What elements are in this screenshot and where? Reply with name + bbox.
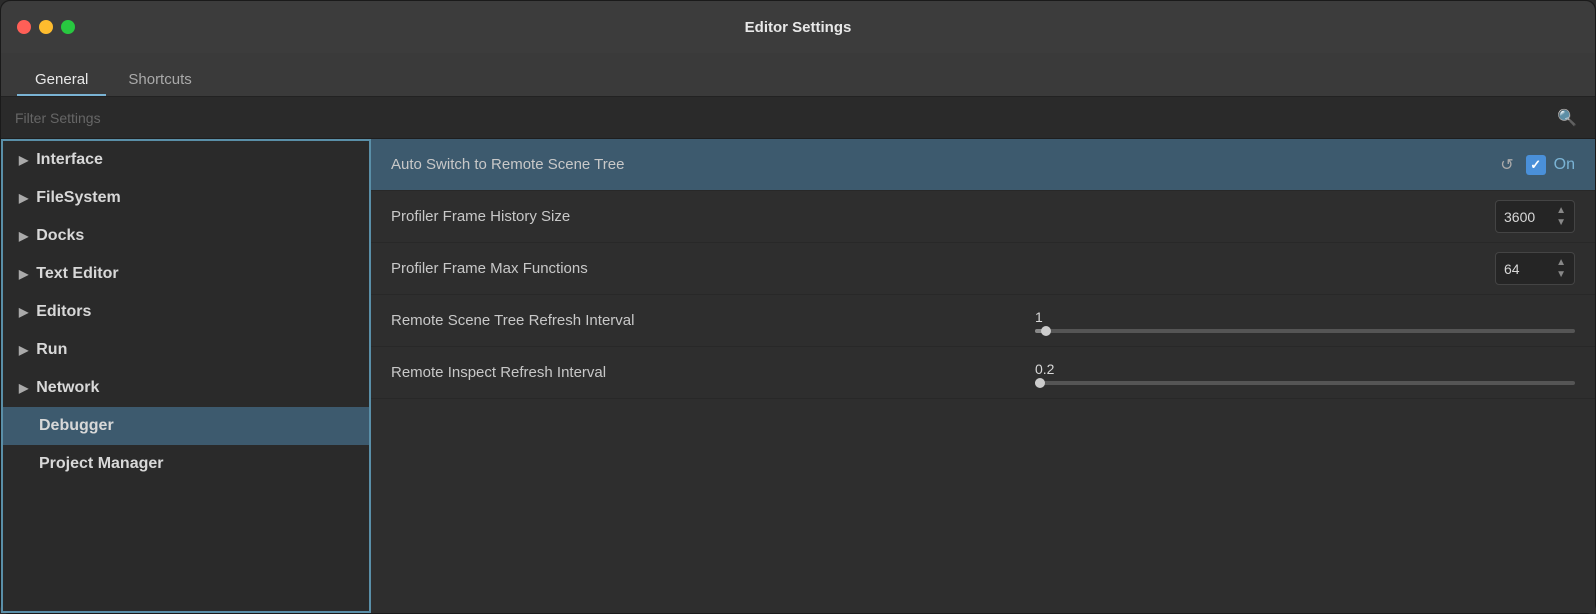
checkbox-auto-switch[interactable] [1526,155,1546,175]
tab-general[interactable]: General [17,63,106,96]
arrow-icon: ▶ [19,229,28,243]
sidebar-item-run[interactable]: ▶ Run [3,331,369,369]
setting-control-scene-refresh: 1 [1035,309,1575,333]
arrow-icon: ▶ [19,267,28,281]
setting-control-inspect-refresh: 0.2 [1035,361,1575,385]
setting-label-profiler-history: Profiler Frame History Size [391,208,1495,225]
filter-input[interactable] [15,110,1553,126]
spinbox-arrows-max: ▲ ▼ [1556,257,1566,280]
maximize-button[interactable] [61,20,75,34]
sidebar-item-filesystem[interactable]: ▶ FileSystem [3,179,369,217]
reset-button-auto-switch[interactable]: ↺ [1496,151,1517,179]
spinbox-profiler-max[interactable]: 64 ▲ ▼ [1495,252,1575,285]
minimize-button[interactable] [39,20,53,34]
slider-track-inspect-refresh[interactable] [1035,381,1575,385]
setting-label-profiler-max: Profiler Frame Max Functions [391,260,1495,277]
setting-label-auto-switch: Auto Switch to Remote Scene Tree [391,156,1496,173]
spinbox-value-profiler-max: 64 [1504,261,1556,277]
spinbox-value-profiler-history: 3600 [1504,209,1556,225]
arrow-icon: ▶ [19,191,28,205]
editor-settings-window: Editor Settings General Shortcuts 🔍 ▶ In… [0,0,1596,614]
slider-container-inspect-refresh: 0.2 [1035,361,1575,385]
sidebar-item-interface[interactable]: ▶ Interface [3,141,369,179]
setting-label-inspect-refresh: Remote Inspect Refresh Interval [391,364,1035,381]
spinbox-profiler-history[interactable]: 3600 ▲ ▼ [1495,200,1575,233]
slider-container-scene-refresh: 1 [1035,309,1575,333]
spinbox-arrows: ▲ ▼ [1556,205,1566,228]
sidebar-item-editors[interactable]: ▶ Editors [3,293,369,331]
arrow-icon: ▶ [19,381,28,395]
slider-value-inspect-refresh: 0.2 [1035,361,1054,377]
slider-thumb-inspect-refresh[interactable] [1035,378,1045,388]
filter-bar: 🔍 [1,97,1595,139]
spin-up-icon[interactable]: ▲ [1556,257,1566,268]
spin-down-icon[interactable]: ▼ [1556,217,1566,228]
setting-row-auto-switch: Auto Switch to Remote Scene Tree ↺ On [371,139,1595,191]
tabs-row: General Shortcuts [1,53,1595,97]
spin-up-icon[interactable]: ▲ [1556,205,1566,216]
slider-thumb-scene-refresh[interactable] [1041,326,1051,336]
arrow-icon: ▶ [19,305,28,319]
titlebar: Editor Settings [1,1,1595,53]
slider-value-scene-refresh: 1 [1035,309,1043,325]
close-button[interactable] [17,20,31,34]
setting-label-scene-refresh: Remote Scene Tree Refresh Interval [391,312,1035,329]
sidebar-item-text-editor[interactable]: ▶ Text Editor [3,255,369,293]
setting-control-profiler-max: 64 ▲ ▼ [1495,252,1575,285]
sidebar-item-docks[interactable]: ▶ Docks [3,217,369,255]
slider-track-scene-refresh[interactable] [1035,329,1575,333]
setting-row-profiler-max: Profiler Frame Max Functions 64 ▲ ▼ [371,243,1595,295]
setting-control-auto-switch: ↺ On [1496,151,1575,179]
sidebar-item-debugger[interactable]: Debugger [3,407,369,445]
arrow-icon: ▶ [19,343,28,357]
on-label: On [1554,156,1575,174]
spin-down-icon[interactable]: ▼ [1556,269,1566,280]
arrow-icon: ▶ [19,153,28,167]
tab-shortcuts[interactable]: Shortcuts [110,63,209,96]
search-icon[interactable]: 🔍 [1553,104,1581,132]
setting-row-inspect-refresh: Remote Inspect Refresh Interval 0.2 [371,347,1595,399]
main-content: ▶ Interface ▶ FileSystem ▶ Docks ▶ Text … [1,139,1595,613]
sidebar: ▶ Interface ▶ FileSystem ▶ Docks ▶ Text … [1,139,371,613]
window-controls [17,20,75,34]
settings-panel: Auto Switch to Remote Scene Tree ↺ On Pr… [371,139,1595,613]
window-title: Editor Settings [745,19,852,36]
setting-row-profiler-history: Profiler Frame History Size 3600 ▲ ▼ [371,191,1595,243]
sidebar-item-project-manager[interactable]: Project Manager [3,445,369,483]
setting-control-profiler-history: 3600 ▲ ▼ [1495,200,1575,233]
setting-row-scene-refresh: Remote Scene Tree Refresh Interval 1 [371,295,1595,347]
sidebar-item-network[interactable]: ▶ Network [3,369,369,407]
